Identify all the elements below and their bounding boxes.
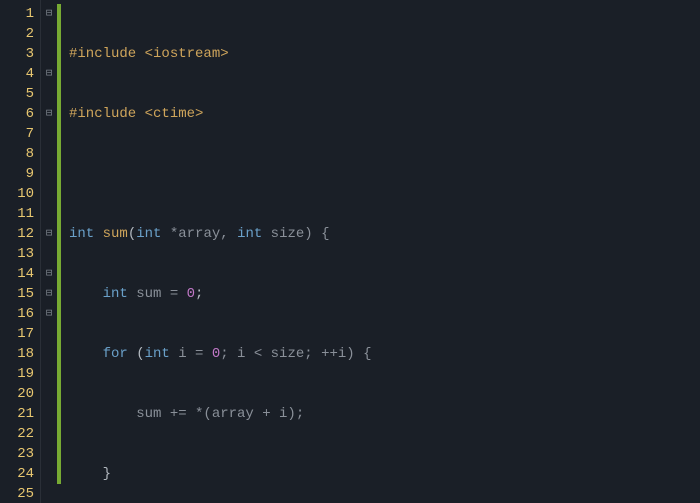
line-number: 19: [0, 364, 34, 384]
line-number: 22: [0, 424, 34, 444]
fold-toggle-icon[interactable]: ⊟: [41, 64, 57, 84]
line-number: 23: [0, 444, 34, 464]
line-number: 6: [0, 104, 34, 124]
line-number: 11: [0, 204, 34, 224]
code-line: #include <ctime>: [69, 104, 700, 124]
code-line: int sum(int *array, int size) {: [69, 224, 700, 244]
line-number-gutter: 1 2 3 4 5 6 7 8 9 10 11 12 13 14 15 16 1…: [0, 0, 41, 503]
line-number: 14: [0, 264, 34, 284]
code-editor[interactable]: 1 2 3 4 5 6 7 8 9 10 11 12 13 14 15 16 1…: [0, 0, 700, 503]
line-number: 21: [0, 404, 34, 424]
fold-gutter: ⊟ ⊟ ⊟ ⊟ ⊟ ⊟ ⊟: [41, 0, 57, 503]
line-number: 24: [0, 464, 34, 484]
line-number: 10: [0, 184, 34, 204]
line-number: 12: [0, 224, 34, 244]
line-number: 20: [0, 384, 34, 404]
fold-toggle-icon[interactable]: ⊟: [41, 104, 57, 124]
line-number: 4: [0, 64, 34, 84]
fold-toggle-icon[interactable]: ⊟: [41, 224, 57, 244]
line-number: 16: [0, 304, 34, 324]
line-number: 1: [0, 4, 34, 24]
fold-toggle-icon[interactable]: ⊟: [41, 304, 57, 324]
fold-toggle-icon[interactable]: ⊟: [41, 4, 57, 24]
code-line: }: [69, 464, 700, 484]
line-number: 7: [0, 124, 34, 144]
code-line: sum += *(array + i);: [69, 404, 700, 424]
line-number: 8: [0, 144, 34, 164]
code-line: for (int i = 0; i < size; ++i) {: [69, 344, 700, 364]
line-number: 3: [0, 44, 34, 64]
line-number: 2: [0, 24, 34, 44]
line-number: 15: [0, 284, 34, 304]
fold-toggle-icon[interactable]: ⊟: [41, 284, 57, 304]
code-line: [69, 164, 700, 184]
line-number: 25: [0, 484, 34, 503]
line-number: 9: [0, 164, 34, 184]
code-line: int sum = 0;: [69, 284, 700, 304]
line-number: 18: [0, 344, 34, 364]
code-line: #include <iostream>: [69, 44, 700, 64]
line-number: 5: [0, 84, 34, 104]
line-number: 13: [0, 244, 34, 264]
fold-toggle-icon[interactable]: ⊟: [41, 264, 57, 284]
line-number: 17: [0, 324, 34, 344]
code-area[interactable]: #include <iostream> #include <ctime> int…: [61, 0, 700, 503]
